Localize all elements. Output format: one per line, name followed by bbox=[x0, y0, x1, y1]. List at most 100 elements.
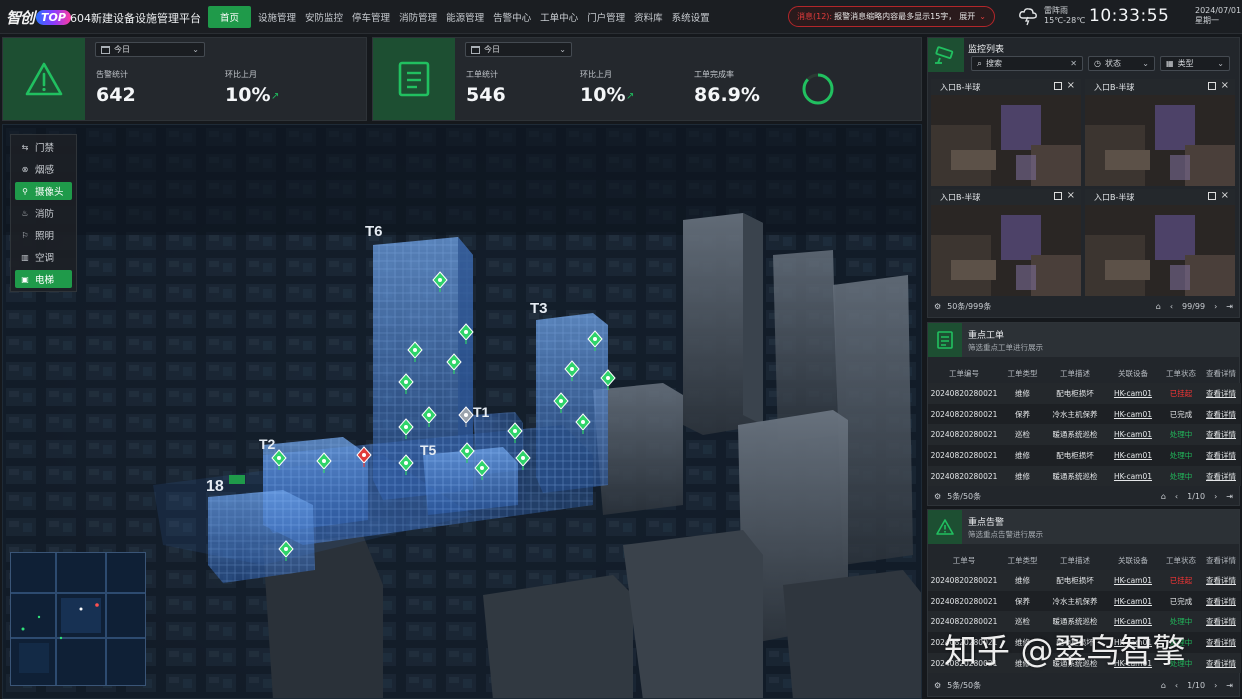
table-row: 20240820280021 维修 配电柜损坏 HK-cam01 已挂起 查看详情 bbox=[928, 383, 1241, 404]
device-link[interactable]: HK-cam01 bbox=[1105, 570, 1161, 591]
detail-link[interactable]: 查看详情 bbox=[1201, 445, 1241, 466]
nav-alarm-center[interactable]: 告警中心 bbox=[493, 10, 531, 24]
order-desc-cell: 配电柜损坏 bbox=[1056, 388, 1094, 398]
date-filter-select[interactable]: 今日 ⌄ bbox=[95, 42, 205, 57]
detail-link[interactable]: 查看详情 bbox=[1201, 591, 1241, 612]
detail-link[interactable]: 查看详情 bbox=[1201, 653, 1241, 674]
nav-home[interactable]: 首页 bbox=[208, 6, 252, 28]
layer-smoke-detector[interactable]: ⊗ 烟感 bbox=[15, 160, 72, 178]
order-type-cell: 维修 bbox=[1015, 388, 1030, 398]
order-stat-card: 今日 ⌄ 工单统计 546 环比上月 10% ↗ 工单完成率 86.9% bbox=[372, 37, 922, 121]
nav-portal[interactable]: 门户管理 bbox=[587, 10, 625, 24]
close-icon[interactable]: × bbox=[1221, 80, 1229, 91]
search-icon: ⌕ bbox=[977, 58, 983, 69]
detail-link[interactable]: 查看详情 bbox=[1201, 424, 1241, 445]
nav-facility[interactable]: 设施管理 bbox=[258, 10, 296, 24]
date-filter-value: 今日 bbox=[114, 45, 130, 54]
building-label-t3: T3 bbox=[530, 300, 548, 317]
nav-security[interactable]: 安防监控 bbox=[305, 10, 343, 24]
key-alarms-title: 重点告警 bbox=[968, 518, 1005, 528]
nav-energy[interactable]: 能源管理 bbox=[446, 10, 484, 24]
device-link[interactable]: HK-cam01 bbox=[1105, 466, 1161, 487]
fullscreen-icon[interactable] bbox=[1208, 192, 1216, 200]
detail-link[interactable]: 查看详情 bbox=[1201, 383, 1241, 404]
detail-link[interactable]: 查看详情 bbox=[1201, 611, 1241, 632]
detail-link[interactable]: 查看详情 bbox=[1201, 570, 1241, 591]
detail-link[interactable]: 查看详情 bbox=[1201, 466, 1241, 487]
next-page-icon[interactable]: › bbox=[1214, 681, 1217, 690]
status-filter-select[interactable]: ◷ 状态 ⌄ bbox=[1088, 56, 1155, 71]
camera-feed[interactable]: 入口B-半球 × bbox=[1085, 79, 1235, 186]
trend-up-icon: ↗ bbox=[271, 91, 280, 102]
prev-page-icon[interactable]: ‹ bbox=[1175, 492, 1178, 501]
nav-library[interactable]: 资料库 bbox=[634, 10, 663, 24]
home-icon[interactable]: ⌂ bbox=[1161, 681, 1166, 690]
minimap[interactable] bbox=[10, 552, 146, 686]
close-icon[interactable]: × bbox=[1067, 80, 1075, 91]
fullscreen-icon[interactable] bbox=[1054, 82, 1062, 90]
fire-icon: ♨ bbox=[21, 208, 29, 218]
close-icon[interactable]: × bbox=[1221, 190, 1229, 201]
alarm-stat-card: 今日 ⌄ 告警统计 642 环比上月 10% ↗ bbox=[2, 37, 367, 121]
camera-search-input[interactable]: ⌕ 搜索 ✕ bbox=[971, 56, 1083, 71]
clear-icon[interactable]: ✕ bbox=[1070, 59, 1077, 68]
settings-icon[interactable]: ⚙ bbox=[934, 492, 941, 501]
order-desc-cell: 冷水主机保养 bbox=[1052, 596, 1098, 606]
layer-access-control[interactable]: ⇆ 门禁 bbox=[15, 138, 72, 156]
device-link[interactable]: HK-cam01 bbox=[1105, 424, 1161, 445]
table-row: 20240820280021 维修 配电柜损坏 HK-cam01 处理中 查看详情 bbox=[928, 445, 1241, 466]
warning-icon bbox=[936, 519, 954, 535]
status-cell: 已完成 bbox=[1169, 596, 1193, 606]
settings-icon[interactable]: ⚙ bbox=[934, 681, 941, 690]
3d-map-view[interactable]: T6 T3 T1 T2 T5 18 bbox=[2, 124, 922, 699]
chevron-down-icon[interactable]: ⌄ bbox=[979, 12, 986, 21]
settings-icon[interactable]: ⚙ bbox=[934, 302, 941, 311]
device-link[interactable]: HK-cam01 bbox=[1105, 445, 1161, 466]
cctv-icon-box bbox=[928, 38, 964, 72]
layer-hvac[interactable]: ▥ 空调 bbox=[15, 248, 72, 266]
detail-link[interactable]: 查看详情 bbox=[1201, 632, 1241, 653]
alert-banner[interactable]: 消息(12): 报警消息缩略内容最多显示15字， 展开 ⌄ bbox=[788, 6, 995, 27]
column-header: 关联设备 bbox=[1118, 555, 1148, 565]
search-placeholder: 搜索 bbox=[986, 59, 1003, 68]
watermark: 知乎 @翠鸟智擎 bbox=[944, 631, 1186, 670]
layer-label: 门禁 bbox=[35, 143, 55, 154]
device-link[interactable]: HK-cam01 bbox=[1105, 591, 1161, 612]
last-page-icon[interactable]: ⇥ bbox=[1226, 492, 1233, 501]
layer-camera[interactable]: ⚲ 摄像头 bbox=[15, 182, 72, 200]
nav-work-order-center[interactable]: 工单中心 bbox=[540, 10, 578, 24]
fullscreen-icon[interactable] bbox=[1054, 192, 1062, 200]
nav-parking[interactable]: 停车管理 bbox=[352, 10, 390, 24]
column-header: 工单类型 bbox=[1007, 555, 1038, 565]
prev-page-icon[interactable]: ‹ bbox=[1170, 302, 1173, 311]
device-link[interactable]: HK-cam01 bbox=[1105, 404, 1161, 425]
next-page-icon[interactable]: › bbox=[1214, 302, 1217, 311]
camera-feed[interactable]: 入口B-半球 × bbox=[931, 189, 1081, 296]
alert-expand-link[interactable]: 展开 bbox=[959, 11, 975, 22]
close-icon[interactable]: × bbox=[1067, 190, 1075, 201]
camera-feed[interactable]: 入口B-半球 × bbox=[931, 79, 1081, 186]
thunderstorm-icon bbox=[1019, 8, 1037, 26]
home-icon[interactable]: ⌂ bbox=[1161, 492, 1166, 501]
last-page-icon[interactable]: ⇥ bbox=[1226, 681, 1233, 690]
layer-elevator[interactable]: ▣ 电梯 bbox=[15, 270, 72, 288]
nav-settings[interactable]: 系统设置 bbox=[672, 10, 710, 24]
device-link[interactable]: HK-cam01 bbox=[1105, 383, 1161, 404]
last-page-icon[interactable]: ⇥ bbox=[1226, 302, 1233, 311]
layer-fire[interactable]: ♨ 消防 bbox=[15, 204, 72, 222]
prev-page-icon[interactable]: ‹ bbox=[1175, 681, 1178, 690]
nav-fire[interactable]: 消防管理 bbox=[399, 10, 437, 24]
table-row: 20240820280021 巡检 暖通系统巡检 HK-cam01 处理中 查看详情 bbox=[928, 424, 1241, 446]
table-row: 20240820280021 维修 配电柜损坏 HK-cam01 已挂起 查看详情 bbox=[928, 570, 1241, 591]
fullscreen-icon[interactable] bbox=[1208, 82, 1216, 90]
weekday: 星期一 bbox=[1195, 16, 1219, 25]
column-header: 查看详情 bbox=[1206, 368, 1236, 378]
next-page-icon[interactable]: › bbox=[1214, 492, 1217, 501]
home-icon[interactable]: ⌂ bbox=[1156, 302, 1161, 311]
camera-feed[interactable]: 入口B-半球 × bbox=[1085, 189, 1235, 296]
date-filter-select[interactable]: 今日 ⌄ bbox=[465, 42, 572, 57]
type-filter-select[interactable]: ▦ 类型 ⌄ bbox=[1160, 56, 1230, 71]
key-alarms-subtitle: 筛选重点告警进行展示 bbox=[968, 530, 1043, 539]
detail-link[interactable]: 查看详情 bbox=[1201, 404, 1241, 425]
layer-lighting[interactable]: ⚐ 照明 bbox=[15, 226, 72, 244]
